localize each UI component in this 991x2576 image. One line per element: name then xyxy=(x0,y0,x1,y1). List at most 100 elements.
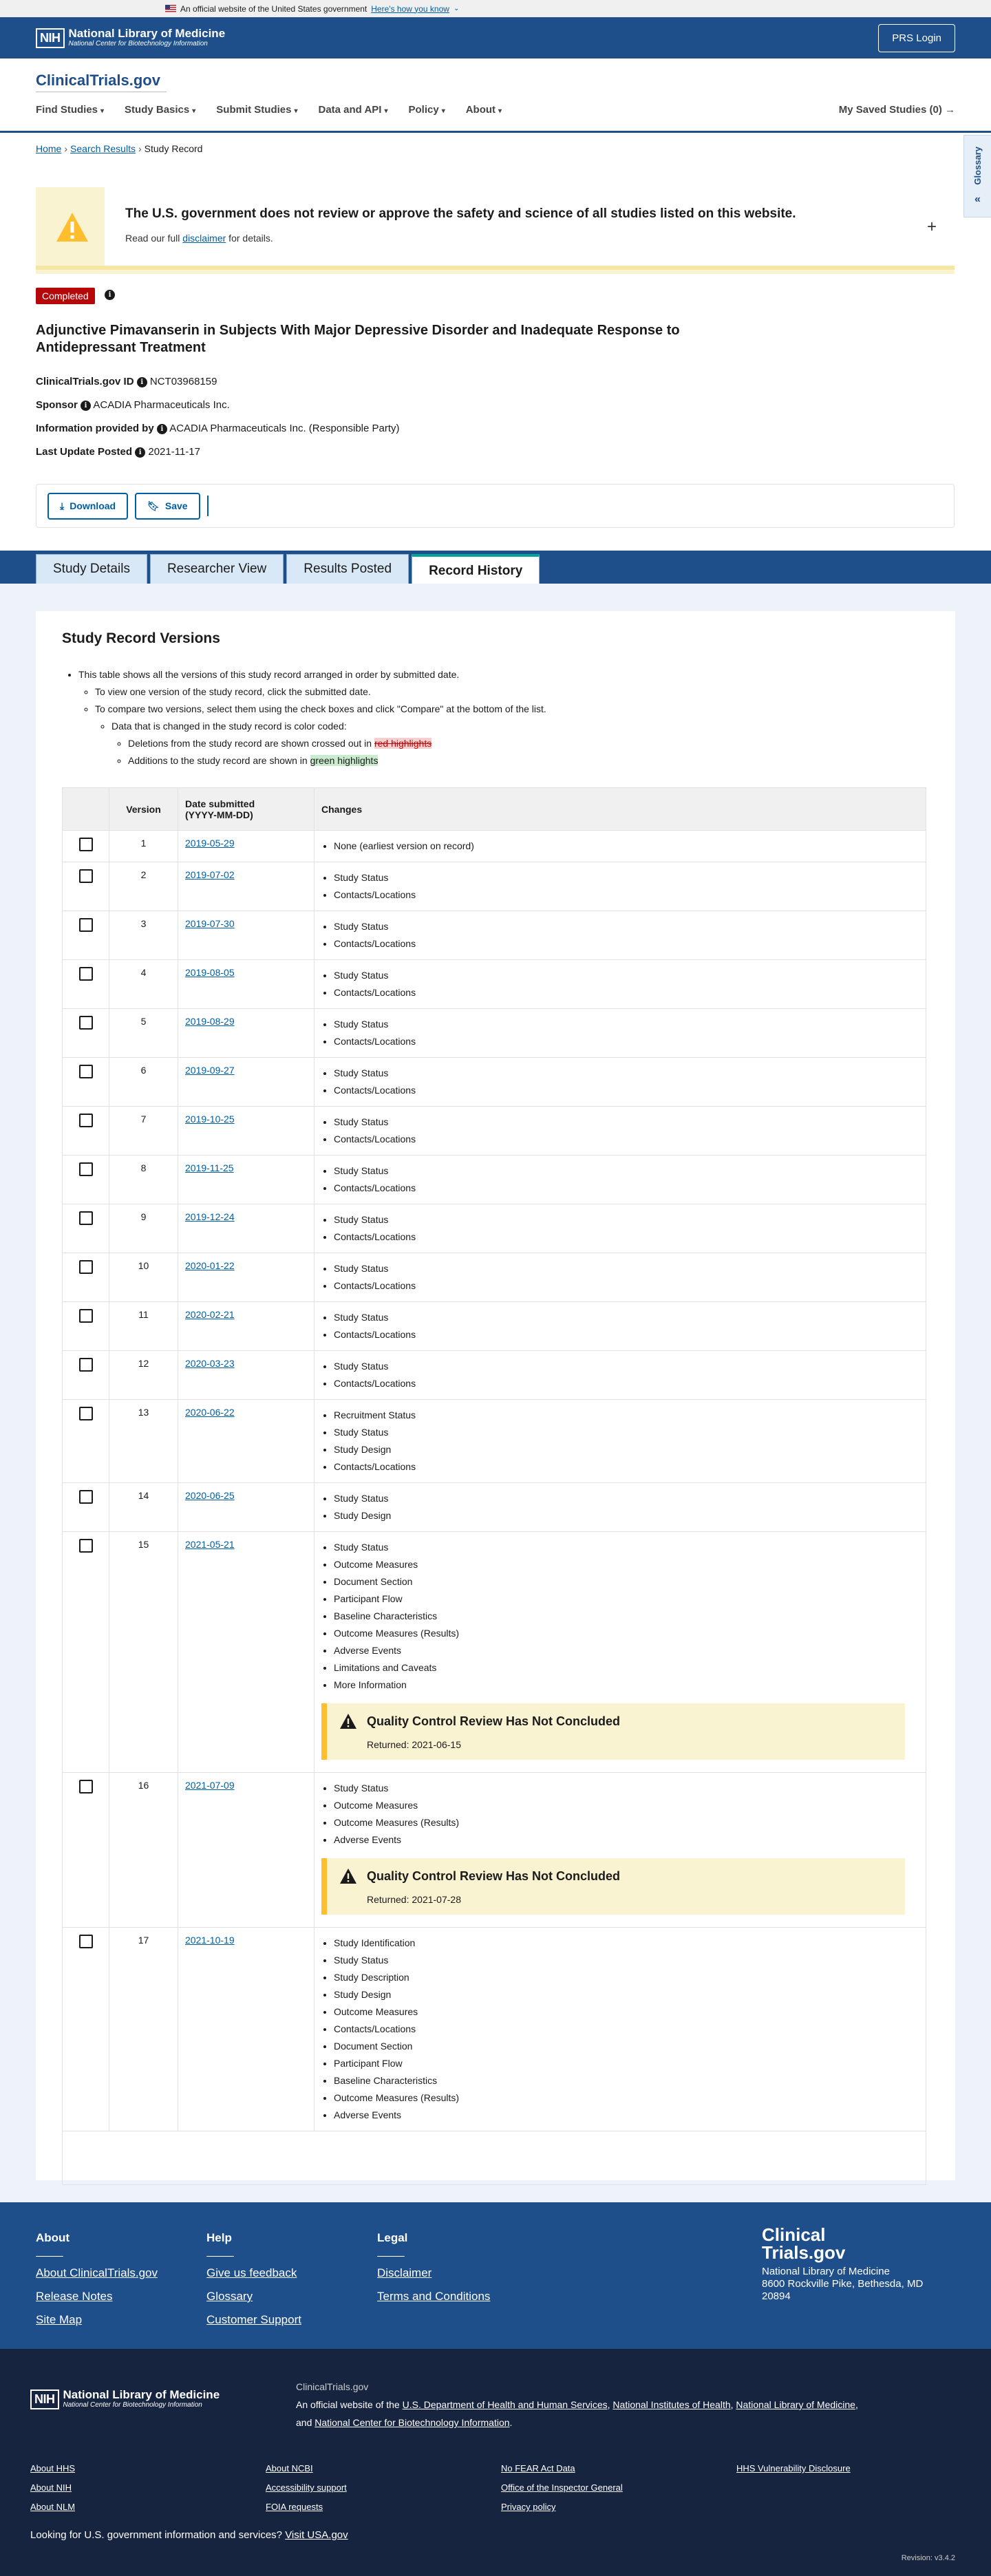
prs-login-button[interactable]: PRS Login xyxy=(878,23,955,52)
version-date-link[interactable]: 2019-10-25 xyxy=(185,1114,235,1125)
logo-trials: Trials.gov xyxy=(89,72,160,89)
breadcrumb-separator: › xyxy=(64,143,68,154)
footer-link[interactable]: Site Map xyxy=(36,2313,158,2327)
footer2-link[interactable]: About NLM xyxy=(30,2498,75,2517)
footer2-link[interactable]: FOIA requests xyxy=(266,2498,347,2517)
version-number: 6 xyxy=(109,1057,178,1107)
disclaimer-link[interactable]: disclaimer xyxy=(182,233,226,244)
footer-help: Help Give us feedback Glossary Customer … xyxy=(206,2231,301,2327)
info-icon[interactable]: i xyxy=(81,400,92,411)
footer-link[interactable]: About ClinicalTrials.gov xyxy=(36,2266,158,2280)
version-date-link[interactable]: 2019-08-05 xyxy=(185,967,235,978)
version-changes: Study StatusOutcome MeasuresDocument Sec… xyxy=(314,1531,926,1773)
nav-about[interactable]: About ▾ xyxy=(466,104,502,116)
version-date-link[interactable]: 2021-05-21 xyxy=(185,1539,235,1550)
footer-link[interactable]: Give us feedback xyxy=(206,2266,301,2280)
info-icon[interactable]: i xyxy=(156,423,167,434)
version-date-link[interactable]: 2020-03-23 xyxy=(185,1358,235,1369)
version-date-link[interactable]: 2019-12-24 xyxy=(185,1211,235,1222)
footer2-link[interactable]: About NCBI xyxy=(266,2459,347,2478)
change-item: Study Status xyxy=(334,1358,919,1375)
footer-link[interactable]: Terms and Conditions xyxy=(377,2290,490,2303)
tab-results-posted[interactable]: Results Posted xyxy=(286,554,409,587)
nlm-logo[interactable]: NIH National Library of Medicine Nationa… xyxy=(36,28,225,48)
footer2-link[interactable]: Privacy policy xyxy=(501,2498,623,2517)
footer2-link[interactable]: HHS Vulnerability Disclosure xyxy=(736,2459,851,2478)
version-date-link[interactable]: 2021-07-09 xyxy=(185,1780,235,1791)
breadcrumb-search-results[interactable]: Search Results xyxy=(70,143,136,154)
version-date-link[interactable]: 2020-02-21 xyxy=(185,1309,235,1320)
footer2-link[interactable]: About HHS xyxy=(30,2459,75,2478)
glossary-tab[interactable]: Glossary « xyxy=(963,135,991,217)
table-row: 8 2019-11-25 Study StatusContacts/Location… xyxy=(62,1155,926,1204)
info-icon[interactable]: i xyxy=(105,290,115,300)
version-date-link[interactable]: 2019-09-27 xyxy=(185,1065,235,1076)
footer2-link[interactable]: Accessibility support xyxy=(266,2478,347,2498)
footer2-link[interactable]: No FEAR Act Data xyxy=(501,2459,623,2478)
footer2-link[interactable]: About NIH xyxy=(30,2478,75,2498)
compare-checkbox[interactable] xyxy=(78,1162,93,1176)
footer-link[interactable]: Customer Support xyxy=(206,2313,301,2327)
version-date-link[interactable]: 2020-06-25 xyxy=(185,1490,235,1501)
nav-study-basics[interactable]: Study Basics ▾ xyxy=(125,104,195,116)
nav-data-api[interactable]: Data and API ▾ xyxy=(319,104,388,116)
version-date-link[interactable]: 2019-08-29 xyxy=(185,1016,235,1027)
change-item: Adverse Events xyxy=(334,2107,919,2124)
compare-checkbox[interactable] xyxy=(78,1780,93,1793)
footer-link[interactable]: Glossary xyxy=(206,2290,301,2303)
version-date-link[interactable]: 2019-07-30 xyxy=(185,918,235,929)
table-row: 17 2021-10-19 Study IdentificationStudy St… xyxy=(62,1927,926,2131)
compare-checkbox[interactable] xyxy=(78,1065,93,1078)
nlm-link[interactable]: National Library of Medicine xyxy=(736,2399,855,2410)
change-item: Study Status xyxy=(334,1065,919,1082)
nlm-footer-logo[interactable]: NIH National Library of Medicine Nationa… xyxy=(30,2389,220,2409)
version-number: 1 xyxy=(109,830,178,862)
footer-link[interactable]: Release Notes xyxy=(36,2290,158,2303)
compare-checkbox[interactable] xyxy=(78,1211,93,1225)
my-saved-studies-link[interactable]: My Saved Studies (0) → xyxy=(839,104,955,116)
nih-link[interactable]: National Institutes of Health xyxy=(612,2399,730,2410)
tab-study-details[interactable]: Study Details xyxy=(36,554,147,587)
change-item: Contacts/Locations xyxy=(334,1228,919,1246)
hhs-link[interactable]: U.S. Department of Health and Human Serv… xyxy=(403,2399,608,2410)
compare-checkbox[interactable] xyxy=(78,1490,93,1504)
change-item: Study Status xyxy=(334,1780,919,1797)
compare-checkbox[interactable] xyxy=(78,1407,93,1420)
change-item: Baseline Characteristics xyxy=(334,1608,919,1625)
save-button[interactable]: 🔖︎ Save xyxy=(135,492,200,520)
version-date-link[interactable]: 2020-06-22 xyxy=(185,1407,235,1418)
heres-how-you-know-link[interactable]: Here's how you know xyxy=(371,4,449,14)
usa-gov-link[interactable]: Visit USA.gov xyxy=(285,2529,348,2541)
compare-checkbox[interactable] xyxy=(78,869,93,883)
version-date-link[interactable]: 2020-01-22 xyxy=(185,1260,235,1271)
compare-checkbox[interactable] xyxy=(78,967,93,981)
breadcrumb-home[interactable]: Home xyxy=(36,143,61,154)
info-icon[interactable]: i xyxy=(135,447,146,458)
compare-checkbox[interactable] xyxy=(78,1016,93,1030)
footer2-link[interactable]: Office of the Inspector General xyxy=(501,2478,623,2498)
compare-checkbox[interactable] xyxy=(78,1358,93,1372)
version-date-link[interactable]: 2019-05-29 xyxy=(185,838,235,849)
info-icon[interactable]: i xyxy=(136,376,147,387)
nav-find-studies[interactable]: Find Studies ▾ xyxy=(36,104,104,116)
compare-checkbox[interactable] xyxy=(78,1114,93,1127)
compare-checkbox[interactable] xyxy=(78,838,93,851)
footer-logo[interactable]: Clinical Trials.gov xyxy=(762,2226,845,2261)
compare-checkbox[interactable] xyxy=(78,1935,93,1948)
tab-researcher-view[interactable]: Researcher View xyxy=(149,554,284,587)
nav-submit-studies[interactable]: Submit Studies ▾ xyxy=(216,104,297,116)
compare-checkbox[interactable] xyxy=(78,918,93,932)
compare-checkbox[interactable] xyxy=(78,1539,93,1553)
compare-checkbox[interactable] xyxy=(78,1309,93,1323)
version-date-link[interactable]: 2021-10-19 xyxy=(185,1935,235,1946)
download-button[interactable]: ⤓ Download xyxy=(47,492,129,520)
ncbi-link[interactable]: National Center for Biotechnology Inform… xyxy=(315,2417,509,2428)
compare-checkbox[interactable] xyxy=(78,1260,93,1274)
tab-record-history[interactable]: Record History xyxy=(412,554,540,587)
nav-policy[interactable]: Policy ▾ xyxy=(409,104,445,116)
footer-link[interactable]: Disclaimer xyxy=(377,2266,490,2280)
expand-plus-icon[interactable]: + xyxy=(927,217,937,237)
version-date-link[interactable]: 2019-07-02 xyxy=(185,869,235,880)
ctgov-logo[interactable]: ClinicalTrials.gov xyxy=(36,72,160,89)
version-date-link[interactable]: 2019-11-25 xyxy=(185,1162,234,1173)
